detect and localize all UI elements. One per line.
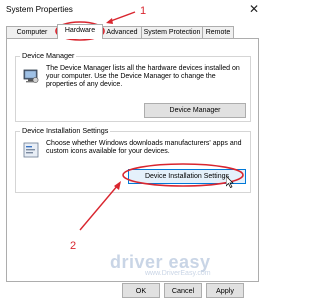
annotation-step-2: 2 bbox=[70, 240, 77, 252]
annotation-overlay bbox=[55, 11, 244, 231]
annotation-step-1: 1 bbox=[140, 5, 147, 17]
step2-arrow bbox=[79, 184, 119, 231]
mouse-cursor-icon bbox=[226, 176, 234, 188]
step1-arrowhead bbox=[106, 18, 113, 24]
tab-hardware[interactable]: Hardware bbox=[57, 24, 103, 39]
settings-button-circle bbox=[122, 163, 244, 187]
